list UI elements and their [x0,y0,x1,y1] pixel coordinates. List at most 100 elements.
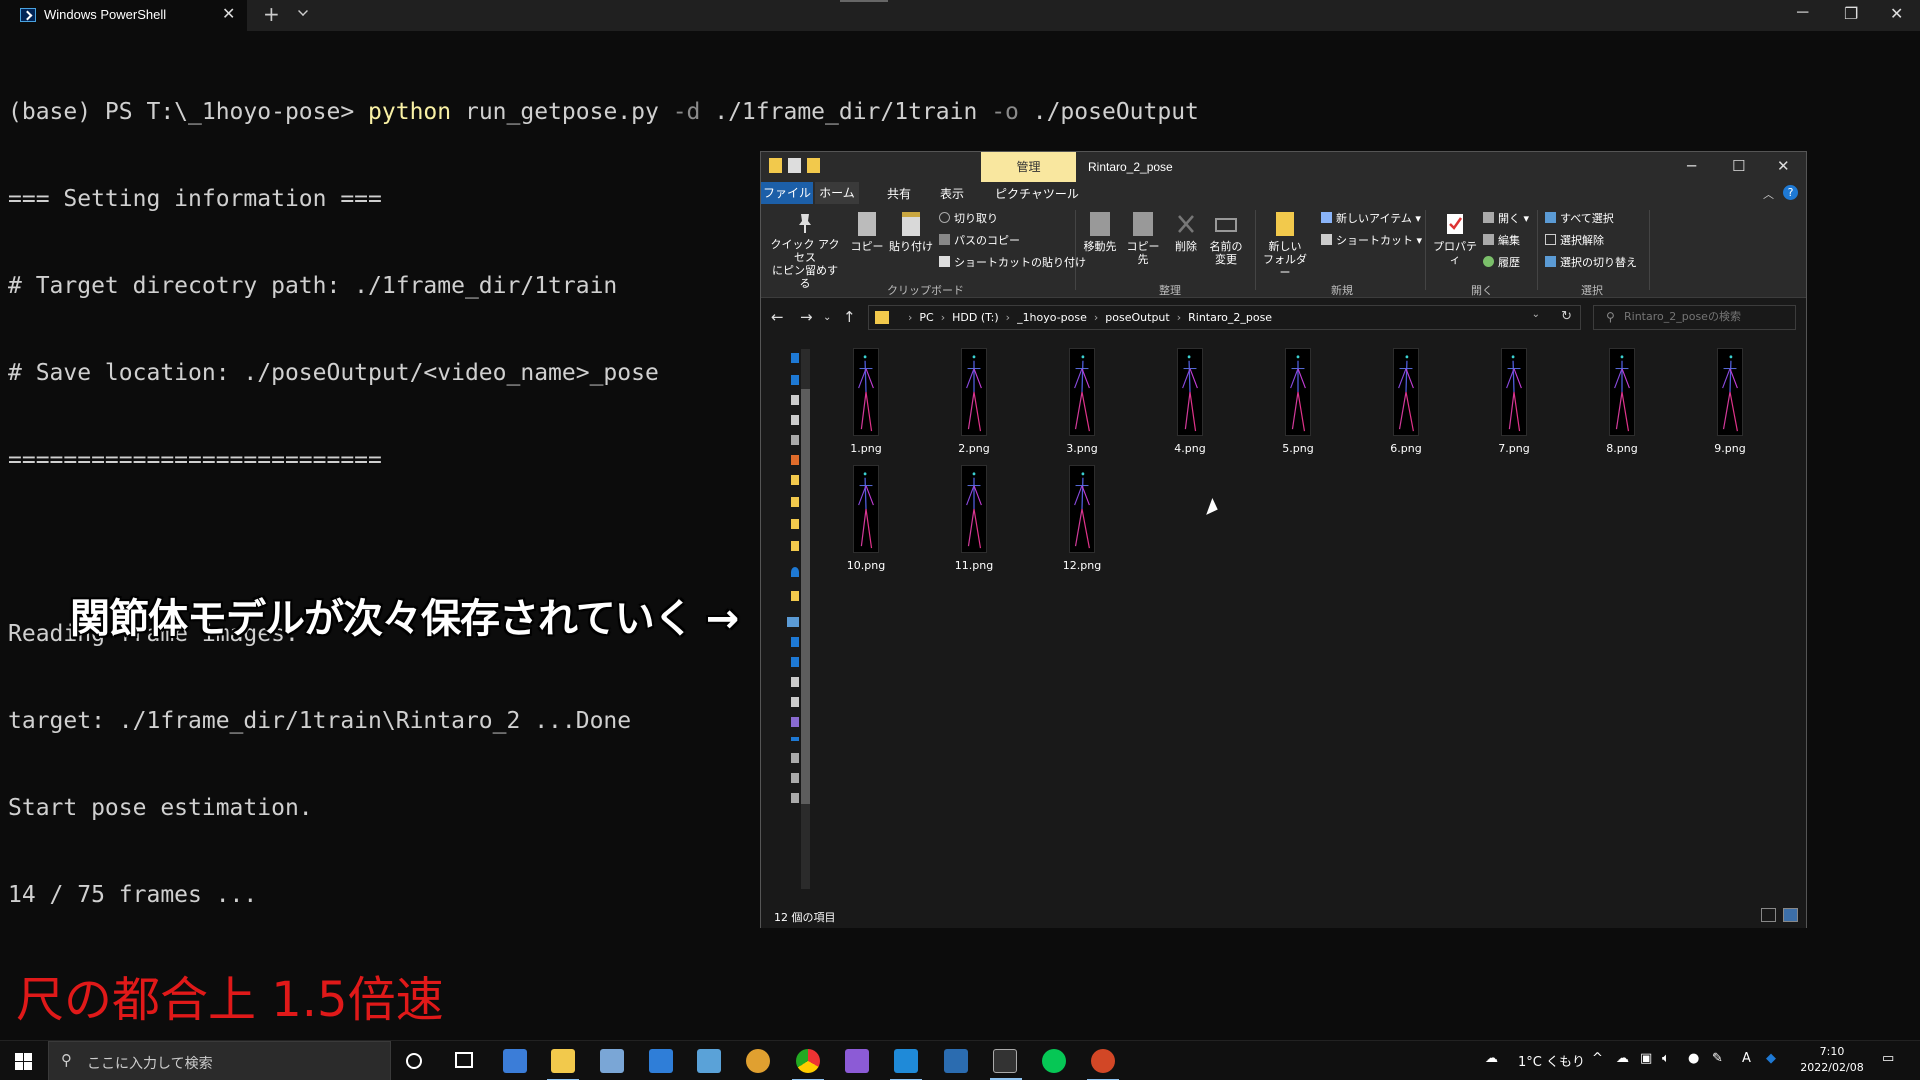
app-icon[interactable] [791,455,799,465]
calculator-icon[interactable] [649,1049,673,1073]
search-box[interactable]: ⚲ [1593,305,1796,330]
file-item[interactable]: 7.png [1469,344,1559,459]
file-item[interactable]: 3.png [1037,344,1127,459]
weather-icon[interactable]: ☁ [1485,1051,1498,1066]
picture-icon[interactable] [791,697,799,707]
copy-to-button[interactable]: コピー先 [1123,212,1163,266]
document-icon[interactable] [791,677,799,687]
select-none-button[interactable]: 選択解除 [1545,232,1604,248]
line-icon[interactable] [1042,1049,1066,1073]
drag-handle[interactable] [840,0,888,2]
folder-icon[interactable] [791,541,799,551]
drive-icon[interactable] [791,435,799,445]
address-dropdown-icon[interactable]: ⌄ [1532,309,1540,320]
folder-icon[interactable] [791,497,799,507]
onedrive-icon[interactable] [791,567,799,577]
pin-to-quick-access-button[interactable]: クイック アクセス にピン留めする [767,212,843,290]
new-tab-button[interactable]: + [263,2,280,26]
folder-icon[interactable] [791,519,799,529]
ime-indicator[interactable]: A [1742,1051,1751,1066]
tab-close-icon[interactable]: ✕ [222,4,235,23]
tab-share[interactable]: 共有 [887,185,911,202]
volume-icon[interactable]: 🔈︎ [1662,1051,1670,1066]
picture-icon[interactable] [791,415,799,425]
notification-icon[interactable]: ▭ [1882,1051,1894,1066]
desktop-icon[interactable] [791,657,799,667]
tab-manage[interactable]: 管理 [981,152,1076,182]
folder-icon[interactable] [791,475,799,485]
file-item[interactable]: 12.png [1037,461,1127,576]
chevron-up-icon[interactable]: ^ [1592,1051,1603,1066]
paste-button[interactable]: 貼り付け [889,212,933,253]
folder-icon[interactable] [769,158,782,173]
properties-button[interactable]: プロパティ [1431,212,1479,266]
file-explorer-icon[interactable] [547,1049,579,1080]
tab-home[interactable]: ホーム [815,182,859,204]
document-icon[interactable] [791,395,799,405]
close-button[interactable]: ✕ [1890,4,1903,24]
navigation-pane[interactable] [761,337,811,900]
large-icons-view-icon[interactable] [1783,908,1798,922]
delete-button[interactable]: 削除 [1171,212,1201,253]
close-button[interactable]: ✕ [1777,157,1790,175]
terminal-icon[interactable] [990,1049,1022,1080]
recent-locations-icon[interactable]: ⌄ [823,312,831,323]
tab-file[interactable]: ファイル [761,182,813,204]
microphone-icon[interactable]: ● [1688,1051,1699,1066]
breadcrumb-current[interactable]: Rintaro_2_pose [1188,311,1272,324]
open-button[interactable]: 開く ▾ [1483,210,1529,226]
cut-button[interactable]: 切り取り [939,210,998,226]
nav-scrollbar-thumb[interactable] [801,389,810,804]
powerpoint-icon[interactable] [1087,1049,1119,1080]
windows-start-button[interactable] [15,1053,32,1070]
quick-access-icon[interactable] [791,353,799,363]
weather-status[interactable]: 1°C くもり [1518,1051,1585,1070]
chrome-icon[interactable] [792,1049,824,1080]
invert-selection-button[interactable]: 選択の切り替え [1545,254,1637,270]
back-arrow-icon[interactable]: ← [771,308,784,326]
file-item[interactable]: 1.png [821,344,911,459]
paste-shortcut-button[interactable]: ショートカットの貼り付け [939,254,1086,270]
file-item[interactable]: 5.png [1253,344,1343,459]
file-item[interactable]: 6.png [1361,344,1451,459]
app-icon[interactable] [600,1049,624,1073]
video-icon[interactable] [791,717,799,727]
easy-access-button[interactable]: ショートカット ▾ [1321,232,1422,248]
music-icon[interactable] [791,737,799,741]
taskbar-clock[interactable]: 7:10 2022/02/08 [1797,1044,1867,1076]
app-tray-icon[interactable]: ◆ [1766,1051,1776,1066]
maximize-button[interactable]: ☐ [1732,157,1745,175]
pc-icon[interactable] [787,617,799,627]
address-bar[interactable]: › PC › HDD (T:) › _1hoyo-pose › poseOutput › Rint… [868,305,1581,330]
terminal-tab[interactable]: Windows PowerShell ✕ [0,0,247,31]
breadcrumb-pc[interactable]: PC [919,311,933,324]
onedrive-icon[interactable]: ☁ [1616,1051,1629,1066]
taskbar-search[interactable]: ⚲ ここに入力して検索 [48,1041,391,1080]
restore-button[interactable]: ❐ [1844,4,1858,24]
minimize-button[interactable]: ─ [1687,157,1696,175]
app-tray-icon[interactable]: ▣ [1640,1051,1652,1066]
explorer-title-bar[interactable]: 管理 Rintaro_2_pose ─ ☐ ✕ [761,152,1806,182]
new-folder-button[interactable]: 新しい フォルダー [1261,212,1309,279]
rename-button[interactable]: 名前の 変更 [1207,212,1245,266]
copy-button[interactable]: コピー [849,212,885,253]
vscode-icon[interactable] [890,1049,922,1080]
tab-picture-tools[interactable]: ピクチャツール [995,185,1079,202]
chevron-down-icon[interactable] [298,6,308,16]
cortana-icon[interactable] [406,1053,422,1069]
history-button[interactable]: 履歴 [1483,254,1520,270]
chevron-up-icon[interactable]: ︿ [1763,186,1774,202]
breadcrumb-drive[interactable]: HDD (T:) [952,311,999,324]
edit-button[interactable]: 編集 [1483,232,1520,248]
file-item[interactable]: 9.png [1685,344,1775,459]
visual-studio-icon[interactable] [845,1049,869,1073]
properties-icon[interactable] [788,158,801,173]
pen-icon[interactable]: ✎ [1712,1051,1723,1066]
file-item[interactable]: 8.png [1577,344,1667,459]
drive-icon[interactable] [791,753,799,763]
move-to-button[interactable]: 移動先 [1081,212,1119,253]
select-all-button[interactable]: すべて選択 [1545,210,1614,226]
file-item[interactable]: 4.png [1145,344,1235,459]
copy-path-button[interactable]: パスのコピー [939,232,1020,248]
folder-icon[interactable] [791,591,799,601]
